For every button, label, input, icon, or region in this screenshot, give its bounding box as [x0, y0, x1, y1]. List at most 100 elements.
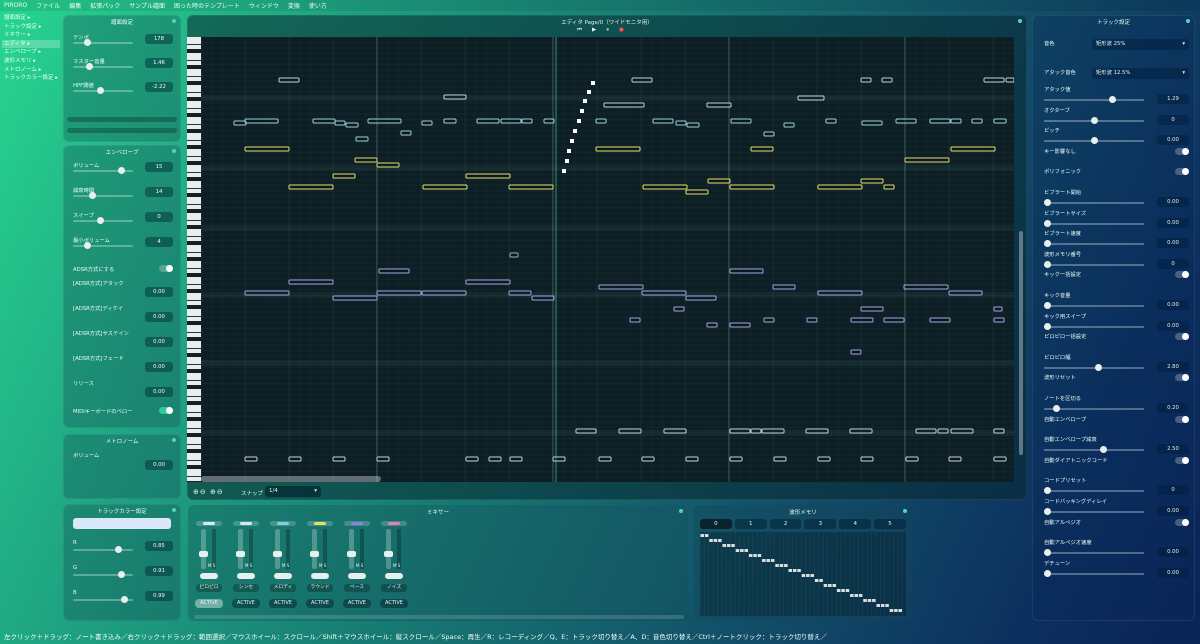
mixer-scrollbar[interactable] — [194, 615, 684, 619]
slider-knob[interactable] — [118, 167, 126, 174]
slider-track[interactable] — [1044, 490, 1144, 493]
snap-select[interactable]: 1/4 ▾ — [265, 486, 321, 497]
adsr-row[interactable]: [ADSR方式]ディケイ 0.00 — [73, 304, 173, 322]
score-row[interactable]: HPF閾値 -2.22 — [73, 81, 173, 95]
slider-track[interactable] — [1044, 222, 1144, 225]
mute-solo-buttons[interactable]: M S — [245, 563, 252, 568]
slider-track[interactable] — [1044, 449, 1144, 452]
wave-tab[interactable]: 3 — [804, 519, 837, 529]
slider-knob[interactable] — [86, 63, 94, 70]
envelope-row[interactable]: 減衰時間 14 — [73, 186, 173, 200]
fader-knob[interactable] — [384, 551, 393, 557]
track-row[interactable]: 自動ダイアトニックコード — [1044, 456, 1189, 476]
midi-velocity-row[interactable]: MIDIキーボードのベロー — [73, 407, 173, 421]
toggle-switch[interactable] — [1175, 374, 1189, 382]
menu-item[interactable]: ウィンドウ — [249, 1, 279, 10]
slider-knob[interactable] — [1044, 549, 1051, 557]
toggle-switch[interactable] — [1175, 147, 1189, 155]
toggle-switch[interactable] — [1175, 518, 1189, 526]
volume-fader[interactable] — [238, 529, 243, 569]
wave-tab[interactable]: 1 — [734, 519, 767, 529]
track-row[interactable]: デチューン 0.00 — [1044, 559, 1189, 579]
value-field[interactable]: 0.00 — [1157, 197, 1189, 207]
toggle-switch[interactable] — [1175, 271, 1189, 279]
nav-item[interactable]: トラック設定 ▸ — [2, 23, 60, 32]
volume-fader[interactable] — [312, 529, 317, 569]
slider-knob[interactable] — [1044, 219, 1051, 227]
slider-knob[interactable] — [1109, 96, 1117, 103]
slider-knob[interactable] — [1044, 322, 1051, 330]
track-row[interactable]: キック音量 0.00 — [1044, 291, 1189, 311]
slider-knob[interactable] — [1044, 199, 1051, 206]
slider-track[interactable] — [73, 195, 133, 197]
slider-track[interactable] — [73, 245, 133, 247]
slider-knob[interactable] — [1044, 260, 1051, 268]
adsr-row[interactable]: [ADSR方式]フェード 0.00 — [73, 354, 173, 372]
nav-item[interactable]: エディタ ▸ — [2, 39, 60, 49]
value-field[interactable]: 0.00 — [1157, 506, 1189, 516]
track-row[interactable]: 自動アルペジオ — [1044, 518, 1189, 538]
metronome-volume-value[interactable]: 0.00 — [145, 460, 173, 470]
fader-knob[interactable] — [347, 551, 356, 557]
track-row[interactable]: ノートを区切る 0.20 — [1044, 394, 1189, 414]
slider-track[interactable] — [1044, 572, 1144, 575]
slider-track[interactable] — [1044, 552, 1144, 555]
track-row[interactable]: コードバッキングディレイ 0.00 — [1044, 497, 1189, 517]
menu-item[interactable]: 編集 — [69, 1, 81, 10]
slider-knob[interactable] — [83, 242, 91, 249]
value-field[interactable]: 0.99 — [145, 591, 173, 601]
active-button[interactable]: ACTIVE — [343, 599, 371, 608]
vertical-scrollbar[interactable] — [1019, 231, 1023, 455]
envelope-row[interactable]: 最小ボリューム 4 — [73, 236, 173, 250]
slider-knob[interactable] — [88, 192, 96, 199]
track-row[interactable]: キー影響なし — [1044, 147, 1189, 167]
track-row[interactable]: キック用スイープ 0.00 — [1044, 312, 1189, 332]
pan-knob[interactable] — [237, 573, 255, 579]
nav-item[interactable]: トラックカラー設定 ▸ — [2, 74, 60, 83]
value-field[interactable]: 0.00 — [1157, 238, 1189, 249]
toggle-switch[interactable] — [1175, 168, 1189, 176]
toggle-switch[interactable] — [1175, 333, 1189, 341]
value-field[interactable]: 0.00 — [1157, 300, 1189, 310]
track-row[interactable]: 自動アルペジオ速度 0.00 — [1044, 538, 1189, 558]
adsr-row[interactable]: [ADSR方式]サステイン 0.00 — [73, 329, 173, 347]
value-field[interactable]: 0.00 — [145, 387, 173, 397]
menu-item[interactable]: 困った時のテンプレート — [174, 1, 240, 10]
mute-solo-buttons[interactable]: M S — [208, 563, 215, 568]
value-field[interactable]: 1.46 — [145, 58, 173, 68]
volume-fader[interactable] — [349, 529, 354, 569]
fader-knob[interactable] — [273, 551, 282, 557]
mute-solo-buttons[interactable]: M S — [356, 563, 363, 568]
menu-item[interactable]: サンプル譜面 — [129, 1, 165, 10]
channel-color-chip[interactable] — [307, 521, 333, 526]
envelope-row[interactable]: ボリューム 15 — [73, 161, 173, 175]
score-row[interactable]: テンポ 178 — [73, 33, 173, 47]
adsr-toggle-row[interactable]: ADSR方式にする — [73, 265, 173, 279]
value-field[interactable]: 0.00 — [145, 337, 173, 347]
envelope-row[interactable]: スイープ 0 — [73, 211, 173, 225]
volume-fader[interactable] — [201, 529, 206, 569]
toggle-switch[interactable] — [1175, 415, 1189, 423]
slider-track[interactable] — [1044, 305, 1144, 307]
metronome-volume-row[interactable]: ボリューム 0.00 — [73, 451, 173, 470]
volume-fader[interactable] — [275, 529, 280, 569]
score-scrollbar-2[interactable] — [67, 128, 177, 133]
menu-item[interactable]: 拡張パック — [90, 1, 120, 10]
value-field[interactable]: 2.80 — [1157, 361, 1189, 372]
slider-track[interactable] — [73, 549, 133, 551]
value-field[interactable]: 0.00 — [1157, 135, 1189, 146]
active-button[interactable]: ACTIVE — [306, 599, 334, 608]
value-field[interactable]: 2.50 — [1157, 444, 1189, 455]
pan-knob[interactable] — [274, 573, 292, 579]
channel-color-chip[interactable] — [270, 521, 296, 526]
wave-tab[interactable]: 5 — [874, 519, 906, 529]
value-field[interactable]: 0.20 — [1157, 403, 1189, 413]
piano-keys[interactable] — [187, 37, 201, 482]
track-row[interactable]: ピロピロ一括設定 — [1044, 332, 1189, 352]
adsr-toggle[interactable] — [159, 265, 173, 272]
wave-editor[interactable] — [700, 532, 906, 616]
color-row[interactable]: B 0.99 — [73, 590, 173, 604]
skip-back-icon[interactable]: ⏮ — [577, 27, 582, 34]
slider-knob[interactable] — [1044, 569, 1051, 577]
pan-knob[interactable] — [385, 573, 403, 579]
